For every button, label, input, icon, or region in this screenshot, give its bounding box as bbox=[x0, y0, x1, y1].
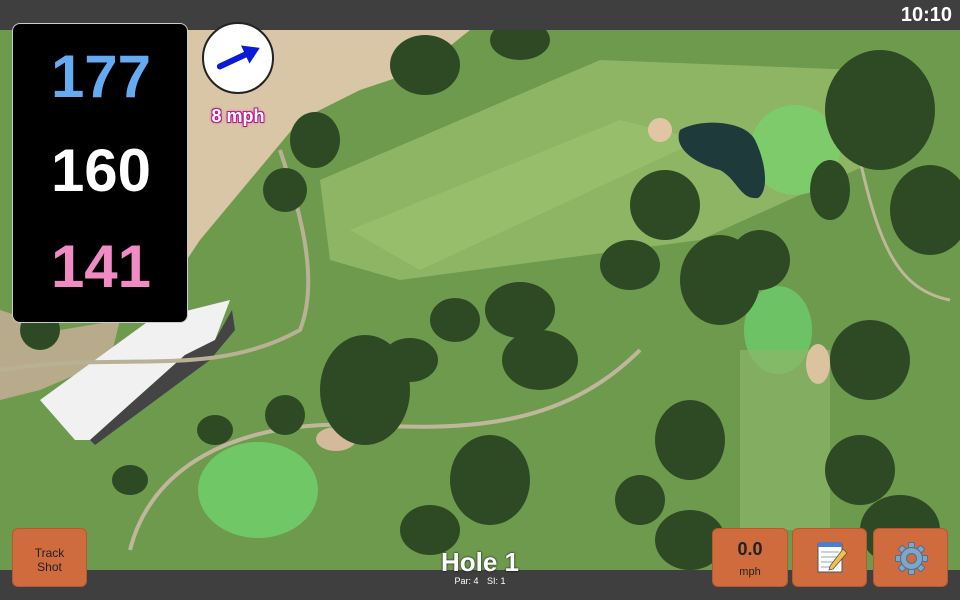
track-shot-label-line2: Shot bbox=[37, 560, 62, 574]
wind-speed: 8 mph bbox=[211, 106, 265, 126]
hole-info: Hole 1 Par: 4 SI: 1 bbox=[420, 548, 540, 586]
distance-panel: 177 160 141 bbox=[12, 23, 188, 323]
hole-si: SI: 1 bbox=[487, 576, 506, 586]
notepad-icon bbox=[817, 542, 848, 573]
hole-par: Par: 4 bbox=[454, 576, 479, 586]
speed-value: 0.0 bbox=[737, 539, 763, 559]
track-shot-label-line1: Track bbox=[34, 546, 65, 560]
clock: 10:10 bbox=[900, 4, 952, 26]
speed-unit: mph bbox=[739, 566, 761, 578]
hole-title: Hole 1 bbox=[440, 547, 520, 577]
wind-indicator bbox=[202, 22, 274, 94]
hole-details: Par: 4 SI: 1 bbox=[420, 576, 540, 586]
track-shot-button[interactable]: Track Shot bbox=[12, 528, 87, 587]
notes-button[interactable] bbox=[792, 528, 867, 587]
gear-icon bbox=[895, 542, 928, 575]
front-distance: 141 bbox=[50, 233, 152, 300]
settings-button[interactable] bbox=[873, 528, 948, 587]
back-distance: 177 bbox=[50, 43, 152, 110]
middle-distance: 160 bbox=[50, 137, 152, 204]
wind-arrow-icon bbox=[216, 45, 260, 70]
speed-button[interactable]: 0.0 mph bbox=[712, 528, 788, 587]
